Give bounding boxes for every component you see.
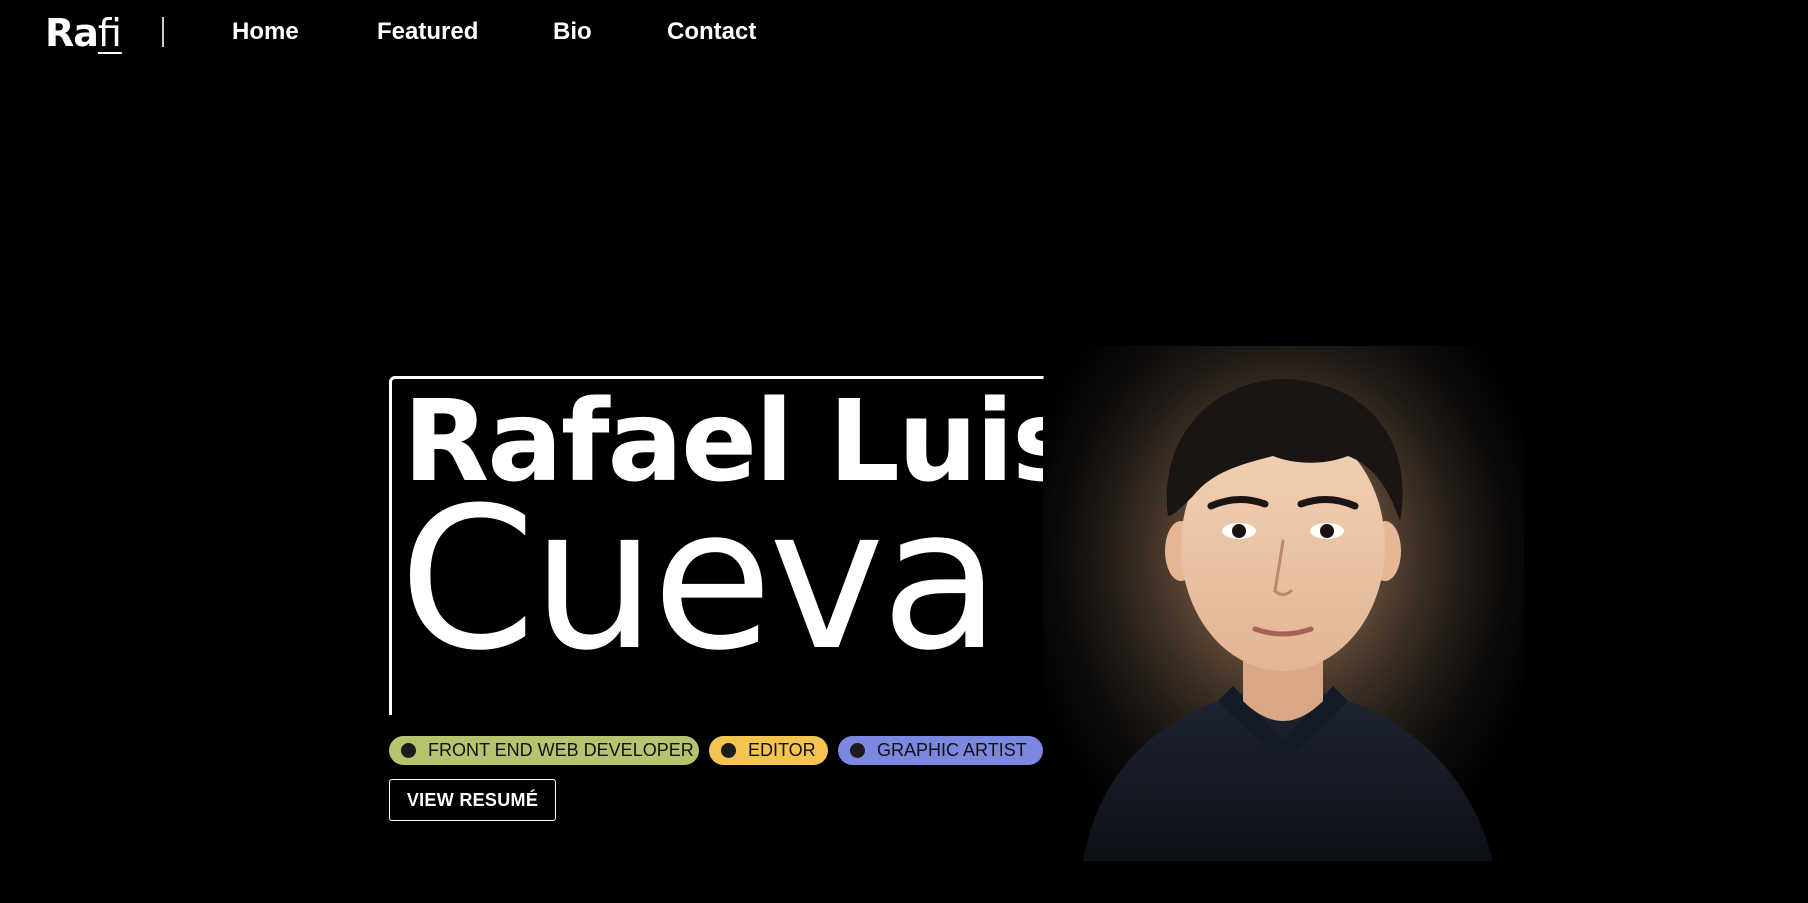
- tag-front-end-web-developer: FRONT END WEB DEVELOPER: [389, 736, 699, 765]
- logo-light-text: fi: [97, 11, 122, 55]
- nav-divider: [162, 17, 164, 47]
- site-logo[interactable]: Ra fi: [45, 10, 122, 56]
- logo-bold-text: Ra: [45, 11, 99, 55]
- nav-link-featured[interactable]: Featured: [377, 16, 478, 48]
- portrait-photo: [1043, 346, 1524, 861]
- nav-link-contact[interactable]: Contact: [667, 16, 756, 48]
- tag-dot-icon: [850, 743, 865, 758]
- portrait-illustration: [1043, 346, 1524, 861]
- tag-dot-icon: [401, 743, 416, 758]
- tag-graphic-artist: GRAPHIC ARTIST: [838, 736, 1043, 765]
- tag-label: FRONT END WEB DEVELOPER: [428, 740, 694, 760]
- view-resume-button[interactable]: VIEW RESUMÉ: [389, 779, 556, 821]
- tag-dot-icon: [721, 743, 736, 758]
- top-navigation: Ra fi Home Featured Bio Contact: [0, 0, 1808, 66]
- page: Ra fi Home Featured Bio Contact Rafael Lu…: [0, 0, 1808, 903]
- nav-link-home[interactable]: Home: [232, 16, 299, 48]
- hero-last-name: Cueva: [399, 466, 1001, 694]
- tag-label: EDITOR: [748, 740, 816, 760]
- tag-label: GRAPHIC ARTIST: [877, 740, 1027, 760]
- nav-link-bio[interactable]: Bio: [553, 16, 592, 48]
- tag-editor: EDITOR: [709, 736, 828, 765]
